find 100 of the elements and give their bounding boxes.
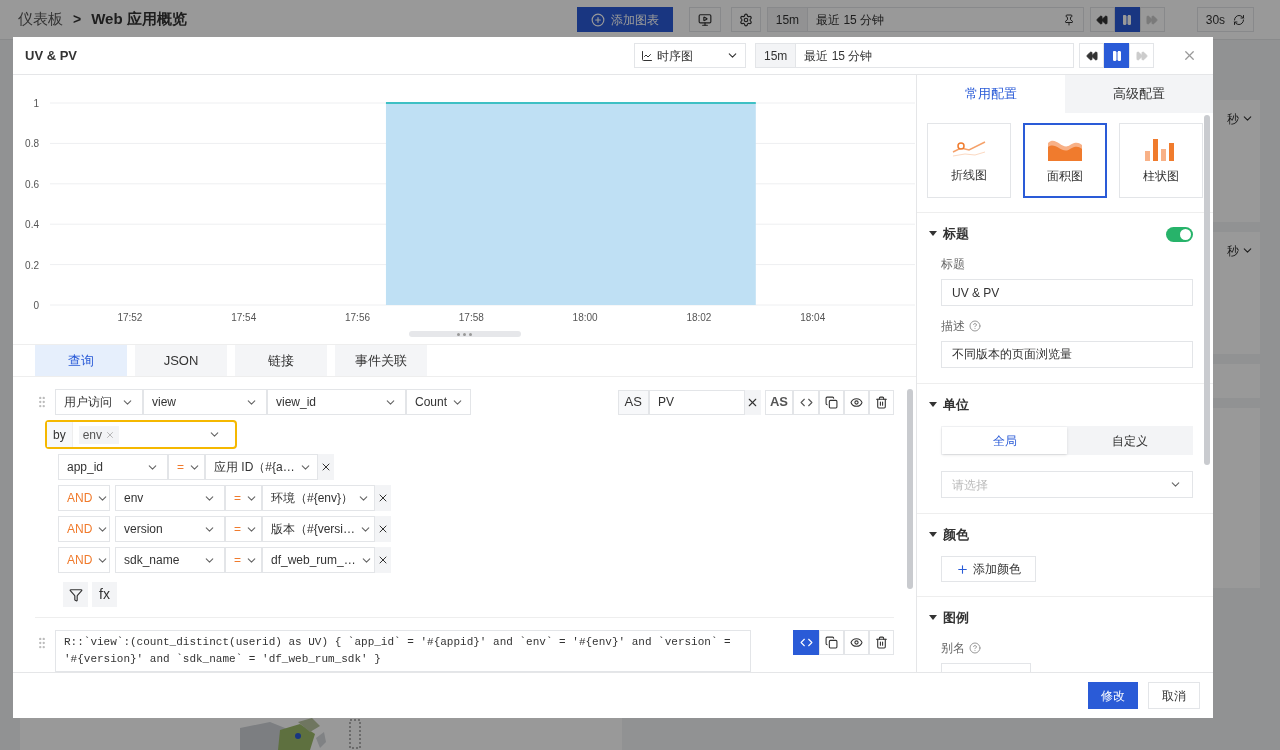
chart-type-card[interactable]: 折线图 <box>927 123 1011 198</box>
dropdown[interactable]: view <box>143 389 267 415</box>
query-tab[interactable]: 查询 <box>35 345 127 376</box>
remove-filter-button[interactable] <box>375 516 391 542</box>
dropdown[interactable]: env <box>115 485 225 511</box>
dropdown[interactable]: version <box>115 516 225 542</box>
refresh-interval-button[interactable]: 30s <box>1196 7 1255 32</box>
section-heading: 标题 <box>943 225 969 244</box>
title-field[interactable]: UV & PV <box>941 279 1193 306</box>
code-button[interactable] <box>793 630 819 655</box>
copy-button[interactable] <box>819 630 844 655</box>
dropdown[interactable]: 用户访问 <box>55 389 143 415</box>
breadcrumb-link[interactable]: 仪表板 <box>18 8 63 31</box>
settings-icon <box>738 12 753 27</box>
pause-button[interactable] <box>1114 7 1140 32</box>
axis-label: 0.8 <box>25 138 39 150</box>
forward-button[interactable] <box>1139 7 1165 32</box>
settings-button[interactable] <box>730 7 761 32</box>
axis-label: 17:56 <box>345 312 370 323</box>
time-preset[interactable]: 15m <box>756 44 797 67</box>
chart-type-card[interactable]: 柱状图 <box>1119 123 1203 198</box>
filter-icon <box>68 587 83 602</box>
trash-icon <box>875 636 888 649</box>
close-button[interactable] <box>1182 48 1197 63</box>
code-button[interactable] <box>793 389 819 415</box>
delete-button[interactable] <box>869 389 894 415</box>
forward-icon <box>1135 49 1148 62</box>
dropdown[interactable]: app_id <box>58 454 168 480</box>
time-range-text: 最近 15 分钟 <box>816 11 886 29</box>
remove-filter-button[interactable] <box>375 485 391 511</box>
time-range-field[interactable]: 15m 最近 15 分钟 <box>755 43 1074 68</box>
delete-button[interactable] <box>869 630 894 655</box>
add-chart-button[interactable]: 添加图表 <box>576 7 673 32</box>
rewind-button[interactable] <box>1079 43 1104 68</box>
pin-icon <box>1062 13 1075 26</box>
query-tab[interactable]: 事件关联 <box>335 345 427 376</box>
tv-button[interactable] <box>688 7 721 32</box>
copy-button[interactable] <box>819 389 844 415</box>
axis-label: 18:04 <box>800 312 826 323</box>
time-range-field[interactable]: 15m 最近 15 分钟 <box>766 7 1084 32</box>
function-button[interactable]: fx <box>92 582 117 607</box>
remove-icon <box>377 492 389 504</box>
query-code-field[interactable]: R::`view`:(count_distinct(userid) as UV) { `app_id` = '#{appid}' and `env` = '#{env}' and `version` = '#{version}' and `sdk_name` = 'df_web_rum_sdk' } <box>55 630 751 672</box>
time-preset[interactable]: 15m <box>767 8 809 31</box>
remove-filter-button[interactable] <box>318 454 334 480</box>
dropdown[interactable]: 应用 ID（#{a… <box>205 454 318 480</box>
segment-button[interactable]: 全局 <box>942 427 1067 454</box>
confirm-button[interactable]: 修改 <box>1088 682 1138 709</box>
scrollbar[interactable] <box>907 389 913 589</box>
axis-label: 18:00 <box>572 312 598 323</box>
dropdown[interactable]: sdk_name <box>115 547 225 573</box>
bar-chart-icon <box>1145 136 1177 161</box>
field-label: 别名 <box>941 640 965 657</box>
alias-field[interactable]: PV <box>648 389 745 415</box>
query-tab[interactable]: 链接 <box>235 345 327 376</box>
help-icon <box>969 320 981 332</box>
dropdown[interactable]: Count <box>406 389 471 415</box>
cancel-button[interactable]: 取消 <box>1148 682 1200 709</box>
forward-icon <box>1146 13 1159 26</box>
scrollbar[interactable] <box>1204 115 1210 465</box>
segment-button[interactable]: 自定义 <box>1067 427 1192 454</box>
pause-icon <box>1110 49 1123 62</box>
dropdown[interactable]: 版本（#{versi… <box>262 516 375 542</box>
eye-icon <box>850 395 863 409</box>
dropdown[interactable]: 环境（#{env}） <box>262 485 375 511</box>
settings-tab[interactable]: 高级配置 <box>1065 75 1213 113</box>
add-color-button[interactable]: 添加颜色 <box>941 556 1036 582</box>
pause-button[interactable] <box>1104 43 1129 68</box>
view-select[interactable]: 时序图 <box>634 43 746 68</box>
copy-icon <box>825 636 838 649</box>
visibility-button[interactable] <box>844 389 869 415</box>
visibility-button[interactable] <box>844 630 869 655</box>
axis-label: 17:58 <box>458 312 484 323</box>
dropdown[interactable]: view_id <box>267 389 406 415</box>
axis-label: 17:54 <box>231 312 257 323</box>
rewind-icon <box>1085 49 1098 62</box>
section-heading: 图例 <box>943 609 969 628</box>
description-field[interactable]: 不同版本的页面浏览量 <box>941 341 1193 368</box>
filter-button[interactable] <box>63 582 88 607</box>
resize-handle[interactable] <box>408 331 521 337</box>
trash-icon <box>875 395 888 409</box>
unit-label: 秒 <box>1227 111 1239 128</box>
group-by-field[interactable]: by env <box>45 420 237 449</box>
refresh-icon <box>1233 13 1246 26</box>
alias-button[interactable]: AS <box>764 389 793 415</box>
axis-label: 1 <box>33 98 39 109</box>
caret-icon <box>929 231 937 237</box>
dropdown[interactable]: df_web_rum_… <box>262 547 375 573</box>
plus-icon <box>956 562 969 576</box>
toggle-switch[interactable] <box>1166 226 1193 242</box>
chart-type-card[interactable]: 面积图 <box>1023 123 1107 198</box>
time-range-text: 最近 15 分钟 <box>804 47 873 65</box>
rewind-button[interactable] <box>1089 7 1115 32</box>
query-tab[interactable]: JSON <box>135 345 227 376</box>
axis-label: 0.4 <box>25 219 39 231</box>
group-by-label: by <box>47 422 73 447</box>
axis-label: 0 <box>33 300 39 311</box>
caret-icon <box>929 402 937 408</box>
eye-icon <box>850 636 863 649</box>
remove-filter-button[interactable] <box>375 547 391 573</box>
